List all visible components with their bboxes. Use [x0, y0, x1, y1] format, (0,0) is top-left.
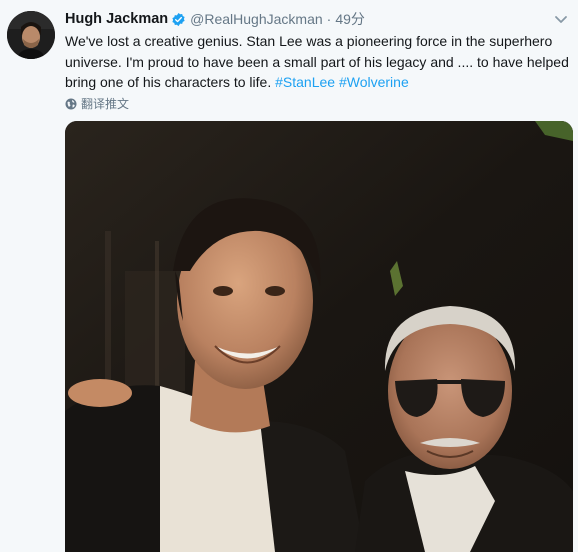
author-handle[interactable]: @RealHughJackman [190, 11, 323, 27]
tweet-text-line: We've lost a creative genius. Stan Lee w… [65, 33, 553, 49]
chevron-down-icon[interactable] [554, 12, 568, 23]
verified-badge-icon [171, 12, 186, 27]
translate-tweet-button[interactable]: 翻译推文 [65, 95, 129, 112]
tweet-card: Hugh Jackman @RealHughJackman · 49分 We'v… [0, 0, 578, 552]
globe-icon [65, 98, 77, 109]
hashtag-link[interactable]: #Wolverine [339, 74, 409, 90]
tweet-header: Hugh Jackman @RealHughJackman · 49分 [65, 9, 365, 29]
avatar-image [7, 11, 55, 59]
tweet-timestamp[interactable]: 49分 [335, 9, 365, 29]
photo-image [65, 121, 573, 552]
tweet-text-segment: bring one of his characters to life. [65, 74, 276, 90]
tweet-text-line: universe. I'm proud to have been a small… [65, 53, 569, 70]
hashtag-link[interactable]: #StanLee [275, 74, 335, 90]
tweet-text: We've lost a creative genius. Stan Lee w… [65, 31, 569, 93]
tweet-photo[interactable] [65, 121, 573, 552]
header-separator: · [326, 11, 332, 27]
tweet-text-line: bring one of his characters to life. #St… [65, 72, 565, 93]
author-name[interactable]: Hugh Jackman [65, 11, 168, 27]
translate-label: 翻译推文 [81, 97, 130, 111]
author-avatar[interactable] [7, 11, 55, 59]
